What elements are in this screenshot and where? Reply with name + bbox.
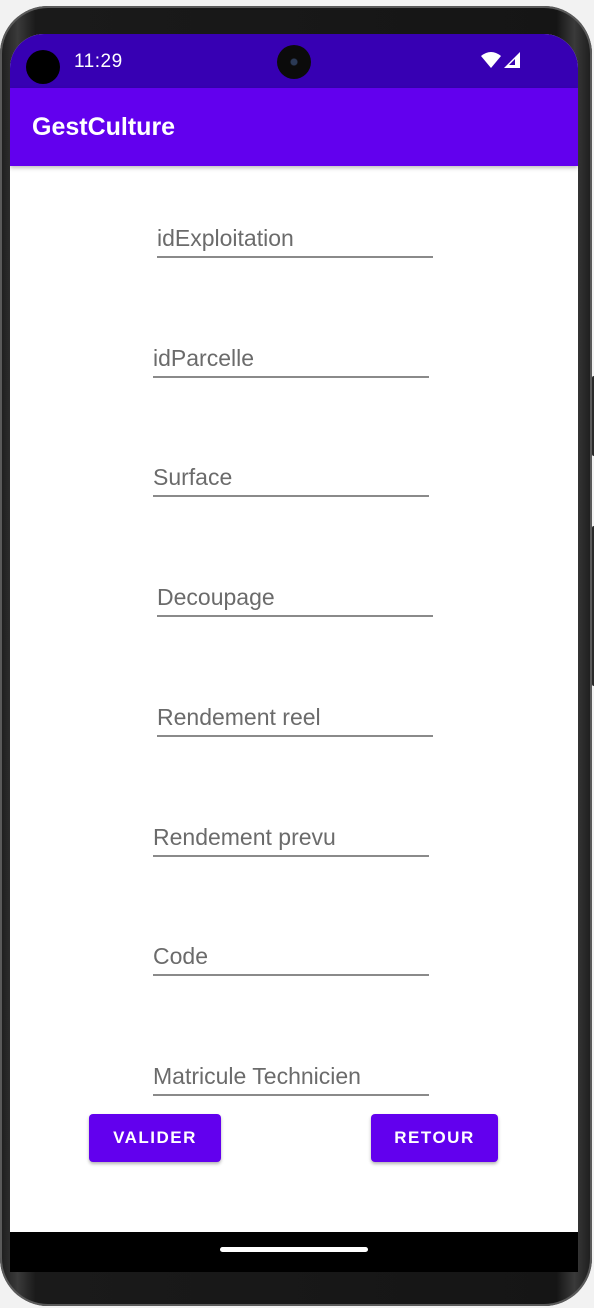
signal-icon [504,52,520,73]
screen: 11:29 GestCulture idExploitation idParce… [10,34,578,1272]
app-title: GestCulture [32,113,176,141]
code-field[interactable] [153,932,429,976]
rendement-prevu-field[interactable] [153,813,429,857]
home-gesture-handle[interactable] [220,1247,368,1252]
surface-field[interactable] [153,453,429,497]
surface-input[interactable] [153,464,429,491]
id-exploitation-input[interactable] [157,225,433,252]
wifi-icon [481,52,501,73]
phone-frame: 11:29 GestCulture idExploitation idParce… [0,6,594,1306]
status-icons [481,52,520,73]
decoupage-input[interactable] [157,584,433,611]
rendement-prevu-input[interactable] [153,824,429,851]
rendement-reel-field[interactable] [157,693,433,737]
status-time: 11:29 [74,51,123,72]
decoupage-field[interactable] [157,573,433,617]
id-parcelle-field[interactable] [153,334,429,378]
code-input[interactable] [153,943,429,970]
app-bar: GestCulture [10,88,578,166]
navigation-bar [10,1232,578,1272]
valider-button[interactable]: VALIDER [89,1114,221,1162]
rendement-reel-input[interactable] [157,704,433,731]
front-camera-icon [277,45,311,79]
status-bar: 11:29 [10,34,578,88]
camera-cutout [26,50,60,84]
matricule-technicien-input[interactable] [153,1063,429,1090]
matricule-technicien-field[interactable] [153,1052,429,1096]
retour-button[interactable]: RETOUR [371,1114,498,1162]
id-exploitation-field[interactable] [157,214,433,258]
id-parcelle-input[interactable] [153,345,429,372]
